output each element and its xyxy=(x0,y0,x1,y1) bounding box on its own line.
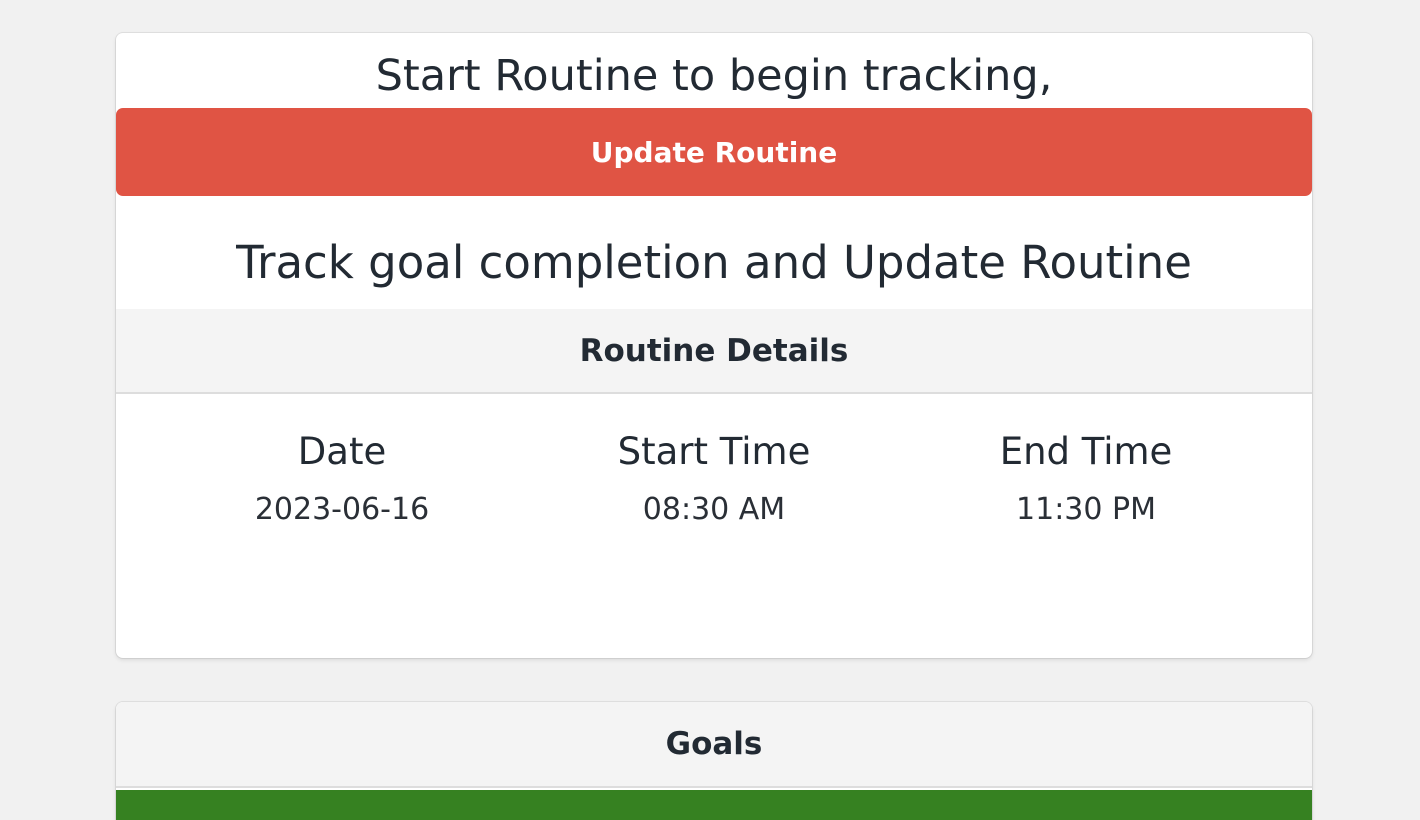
detail-end-time: End Time 11:30 PM xyxy=(900,428,1272,528)
intro-text: Start Routine to begin tracking, xyxy=(375,51,1053,101)
detail-date: Date 2023-06-16 xyxy=(156,428,528,528)
detail-start-time-value: 08:30 AM xyxy=(642,492,786,527)
track-heading: Track goal completion and Update Routine xyxy=(236,236,1192,289)
detail-date-value: 2023-06-16 xyxy=(254,492,430,527)
detail-end-time-label: End Time xyxy=(999,430,1173,473)
detail-date-label: Date xyxy=(297,430,387,473)
goal-item-bar[interactable] xyxy=(116,790,1312,820)
routine-details-grid: Date 2023-06-16 Start Time 08:30 AM End … xyxy=(156,428,1272,528)
goals-card: Goals xyxy=(116,702,1312,820)
page: Start Routine to begin tracking, Update … xyxy=(0,0,1420,820)
goals-header: Goals xyxy=(116,702,1312,788)
update-routine-button[interactable]: Update Routine xyxy=(116,108,1312,196)
routine-card: Start Routine to begin tracking, Update … xyxy=(116,33,1312,658)
detail-end-time-value: 11:30 PM xyxy=(1016,492,1156,527)
detail-start-time-label: Start Time xyxy=(617,430,811,473)
routine-details-header: Routine Details xyxy=(116,309,1312,394)
detail-start-time: Start Time 08:30 AM xyxy=(528,428,900,528)
